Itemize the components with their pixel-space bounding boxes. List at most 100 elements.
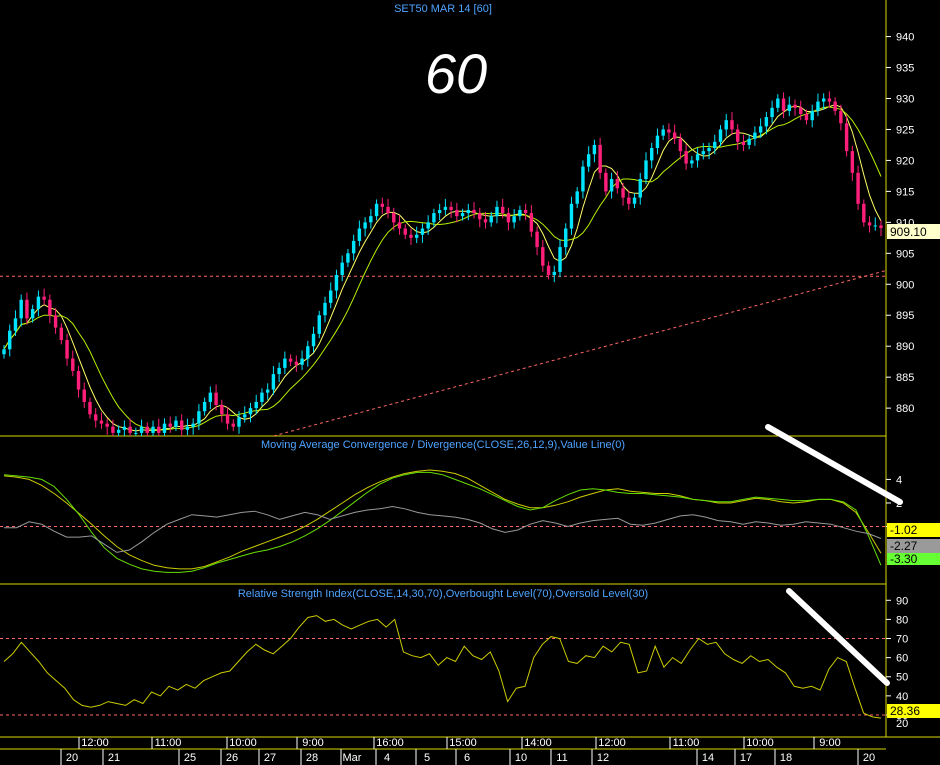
candle [816, 93, 820, 117]
candle [294, 355, 299, 372]
candle [168, 416, 172, 433]
candle [363, 217, 367, 237]
candle [265, 383, 270, 400]
candle [850, 145, 855, 181]
candle [71, 350, 75, 377]
candle [466, 203, 471, 221]
time-label-date: 20 [66, 752, 78, 764]
candle [455, 202, 459, 223]
time-label-hour: 14:00 [524, 737, 552, 749]
candle [260, 388, 264, 407]
candle [179, 414, 184, 436]
candle [191, 418, 195, 435]
candle [220, 399, 224, 423]
time-label-date: 11 [556, 752, 567, 764]
price-tick-label: 895 [896, 310, 914, 322]
time-label-date: 17 [740, 752, 752, 764]
time-label-date: 4 [384, 752, 390, 764]
time-label-date: 27 [264, 752, 276, 764]
candle [334, 269, 339, 299]
candle [684, 144, 688, 170]
candle [59, 323, 64, 345]
candle [346, 248, 350, 267]
time-label-hour: 11:00 [673, 737, 700, 749]
candle [185, 418, 190, 436]
time-label-date: 21 [108, 752, 120, 764]
candle [208, 386, 213, 410]
candle [472, 201, 476, 219]
candle [414, 226, 419, 244]
candle [157, 418, 161, 436]
candle [833, 97, 837, 116]
rsi-tick-label: 50 [896, 672, 908, 684]
candle [781, 92, 786, 119]
macd-series [3, 469, 882, 573]
candle [793, 99, 797, 116]
rsi-line [3, 615, 882, 719]
candle [575, 187, 579, 209]
time-label-date: Mar [343, 752, 362, 764]
timeframe-annotation: 60 [425, 42, 487, 105]
candle [231, 419, 235, 432]
candle [495, 200, 499, 224]
candle [443, 198, 448, 216]
candle [437, 203, 442, 221]
rsi-tick-label: 60 [896, 653, 908, 665]
candle [128, 418, 132, 436]
candle [420, 223, 425, 243]
macd-value-label-1: -1.02 [890, 523, 918, 537]
candle [271, 366, 276, 395]
rsi-value-label: 28.36 [890, 704, 920, 718]
time-label-date: 28 [306, 752, 318, 764]
candle [311, 326, 316, 353]
uptrend-line [271, 270, 886, 436]
candle [655, 128, 660, 155]
candle [300, 350, 304, 371]
candle [105, 418, 109, 435]
candle [776, 94, 780, 113]
candle [323, 296, 327, 323]
candle [518, 205, 522, 221]
price-chart-title: SET50 MAR 14 [60] [394, 3, 492, 15]
price-tick-label: 900 [896, 279, 914, 291]
candle [867, 216, 872, 233]
candle [94, 408, 98, 428]
candle [598, 137, 602, 180]
candle [357, 220, 362, 247]
candle [506, 207, 511, 231]
price-tick-label: 915 [896, 186, 914, 198]
candle [787, 96, 791, 117]
time-label-hour: 10:00 [229, 737, 257, 749]
price-tick-label: 880 [896, 403, 914, 415]
candle [535, 226, 539, 256]
candle [695, 148, 700, 168]
candle [88, 397, 92, 419]
candle [730, 112, 734, 135]
candle [753, 126, 757, 146]
candle [403, 224, 407, 240]
candle [604, 168, 608, 196]
candle [225, 407, 230, 430]
candle [879, 220, 883, 236]
candle [145, 422, 150, 436]
candle [558, 239, 562, 278]
candle [672, 124, 677, 145]
candle [523, 203, 528, 221]
candle [397, 215, 402, 235]
time-label-date: 18 [780, 752, 792, 764]
candle [36, 290, 41, 317]
candle [713, 134, 717, 155]
rsi-tick-label: 90 [896, 595, 908, 607]
rsi-tick-label: 40 [896, 691, 908, 703]
time-label-hour: 10:00 [746, 737, 774, 749]
price-tick-label: 890 [896, 341, 914, 353]
time-label-date: 10 [515, 752, 527, 764]
rsi-downtrend-arrow-stroke [786, 588, 890, 686]
candle [741, 134, 746, 152]
candle [724, 113, 728, 137]
candle [8, 324, 12, 357]
candle [42, 288, 46, 306]
time-label-hour: 15:00 [449, 737, 477, 749]
time-label-hour: 9:00 [819, 737, 840, 749]
candle [369, 209, 373, 229]
